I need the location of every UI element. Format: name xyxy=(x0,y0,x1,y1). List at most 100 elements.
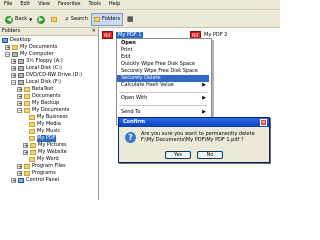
expand-icon[interactable]: + xyxy=(17,171,22,177)
back-button[interactable]: ◀ Back ▼ xyxy=(2,13,35,26)
tree-item[interactable]: + My Backup xyxy=(17,100,59,107)
desktop-icon xyxy=(2,38,8,43)
expand-icon[interactable]: + xyxy=(5,45,10,51)
expand-icon[interactable]: + xyxy=(23,150,28,156)
close-icon[interactable]: ✕ xyxy=(260,119,267,126)
menu-separator xyxy=(119,105,207,106)
computer-icon xyxy=(12,52,18,57)
menu-help[interactable]: Help xyxy=(105,0,124,9)
submenu-arrow-icon: ▶ xyxy=(202,82,206,88)
menu-item-quick-wipe[interactable]: Quickly Wipe Free Disk Space xyxy=(117,61,209,68)
folder-icon xyxy=(24,87,30,92)
menu-bar: File Edit View Favorites Tools Help xyxy=(0,0,280,10)
tree-item[interactable]: +3½ Floppy (A:) xyxy=(11,58,63,65)
tree-item-selected[interactable]: My PDF xyxy=(29,135,56,142)
menu-item-open-with[interactable]: Open With ▶ xyxy=(117,95,209,102)
confirm-dialog: Confirm ✕ ? Are you sure you want to per… xyxy=(118,117,270,163)
expand-icon[interactable]: + xyxy=(11,73,16,79)
menu-view[interactable]: View xyxy=(34,0,54,9)
dialog-message: Are you sure you want to permanently del… xyxy=(141,131,255,143)
tree-item[interactable]: + DVD/CD-RW Drive (D:) xyxy=(11,72,82,79)
tree-item[interactable]: + My Website xyxy=(23,149,67,156)
folder-icon xyxy=(24,108,30,113)
expand-icon[interactable]: + xyxy=(23,143,28,149)
menu-item-send-to[interactable]: Send To ▶ xyxy=(117,109,209,116)
tree-item[interactable]: + My Documents xyxy=(5,44,57,51)
tree-item[interactable]: My Media xyxy=(29,121,61,128)
tree-item[interactable]: − My Computer xyxy=(5,51,54,58)
yes-button[interactable]: Yes xyxy=(165,151,191,159)
folder-icon xyxy=(30,143,36,148)
menu-edit[interactable]: Edit xyxy=(16,0,34,9)
tree-item[interactable]: Desktop xyxy=(2,37,31,44)
tree-item[interactable]: + Documents xyxy=(17,93,61,100)
toolbar: ◀ Back ▼ ▶ ⌕ Search Folders ▦ xyxy=(0,10,280,28)
expand-icon[interactable]: + xyxy=(11,178,16,184)
expand-icon[interactable]: + xyxy=(17,87,22,93)
up-folder-button[interactable] xyxy=(48,13,60,26)
folder-icon xyxy=(12,45,18,50)
menu-tools[interactable]: Tools xyxy=(85,0,105,9)
close-icon[interactable]: ✕ xyxy=(92,28,96,35)
folder-icon xyxy=(30,150,36,155)
folder-icon xyxy=(24,101,30,106)
folder-icon xyxy=(29,122,35,127)
folders-button[interactable]: Folders xyxy=(91,13,124,26)
tree-item[interactable]: + Program Files xyxy=(17,163,66,170)
menu-favorites[interactable]: Favorites xyxy=(54,0,85,9)
tree-item[interactable]: − Local Disk (F:) xyxy=(11,79,61,86)
disk-icon xyxy=(18,66,24,71)
submenu-arrow-icon: ▶ xyxy=(202,95,206,101)
collapse-icon[interactable]: − xyxy=(17,108,22,114)
collapse-icon[interactable]: − xyxy=(11,80,16,86)
folder-icon xyxy=(24,171,30,176)
context-menu: Open Print Edit Quickly Wipe Free Disk S… xyxy=(116,38,212,125)
submenu-arrow-icon: ▶ xyxy=(202,109,206,115)
back-arrow-icon: ◀ xyxy=(5,15,13,24)
search-button[interactable]: ⌕ Search xyxy=(62,13,91,26)
views-button[interactable]: ▦ xyxy=(124,13,137,26)
no-button[interactable]: No xyxy=(197,151,223,159)
tree-item[interactable]: My Business xyxy=(29,114,68,121)
tree-item[interactable]: + Control Panel xyxy=(11,177,59,184)
menu-item-print[interactable]: Print xyxy=(117,47,209,54)
menu-item-edit[interactable]: Edit xyxy=(117,54,209,61)
dialog-titlebar: Confirm ✕ xyxy=(119,118,269,127)
up-folder-icon xyxy=(51,17,57,22)
expand-icon[interactable]: + xyxy=(17,94,22,100)
tree-item[interactable]: − My Documents xyxy=(17,107,69,114)
expand-icon[interactable]: + xyxy=(11,66,16,72)
pdf-file-icon: PDF xyxy=(102,30,113,39)
tree-item[interactable]: + Programs xyxy=(17,170,56,177)
views-icon: ▦ xyxy=(127,15,134,23)
folder-icon xyxy=(24,164,30,169)
tree-item[interactable]: My Music xyxy=(29,128,60,135)
expand-icon[interactable]: + xyxy=(11,59,16,65)
forward-arrow-icon: ▶ xyxy=(37,15,45,24)
menu-item-open[interactable]: Open xyxy=(117,40,209,47)
floppy-icon xyxy=(18,59,24,64)
folder-icon xyxy=(24,94,30,99)
menu-item-securely-delete[interactable]: Securely Delete xyxy=(117,75,209,82)
folders-pane-header: Folders ✕ xyxy=(0,28,98,36)
forward-button[interactable]: ▶ xyxy=(34,13,48,26)
menu-separator xyxy=(119,92,207,93)
menu-item-secure-wipe[interactable]: Securely Wipe Free Disk Space xyxy=(117,68,209,75)
folder-open-icon xyxy=(29,136,35,141)
tree-item[interactable]: + Local Disk (C:) xyxy=(11,65,62,72)
folder-icon xyxy=(29,115,35,120)
expand-icon[interactable]: + xyxy=(17,101,22,107)
tree-item[interactable]: My Word xyxy=(29,156,59,163)
expand-icon[interactable]: + xyxy=(17,164,22,170)
folder-icon xyxy=(29,157,35,162)
folder-icon xyxy=(29,129,35,134)
tree-item[interactable]: + My Pictures xyxy=(23,142,67,149)
chevron-down-icon: ▼ xyxy=(29,17,33,22)
search-icon: ⌕ xyxy=(65,15,69,23)
collapse-icon[interactable]: − xyxy=(5,52,10,58)
question-icon: ? xyxy=(125,132,136,143)
folders-pane: Folders ✕ Desktop + My Documents − My Comp… xyxy=(0,28,99,200)
menu-file[interactable]: File xyxy=(0,0,16,9)
menu-item-calculate-hash[interactable]: Calculate Hash Value ▶ xyxy=(117,82,209,89)
tree-item[interactable]: + BetaTest xyxy=(17,86,53,93)
